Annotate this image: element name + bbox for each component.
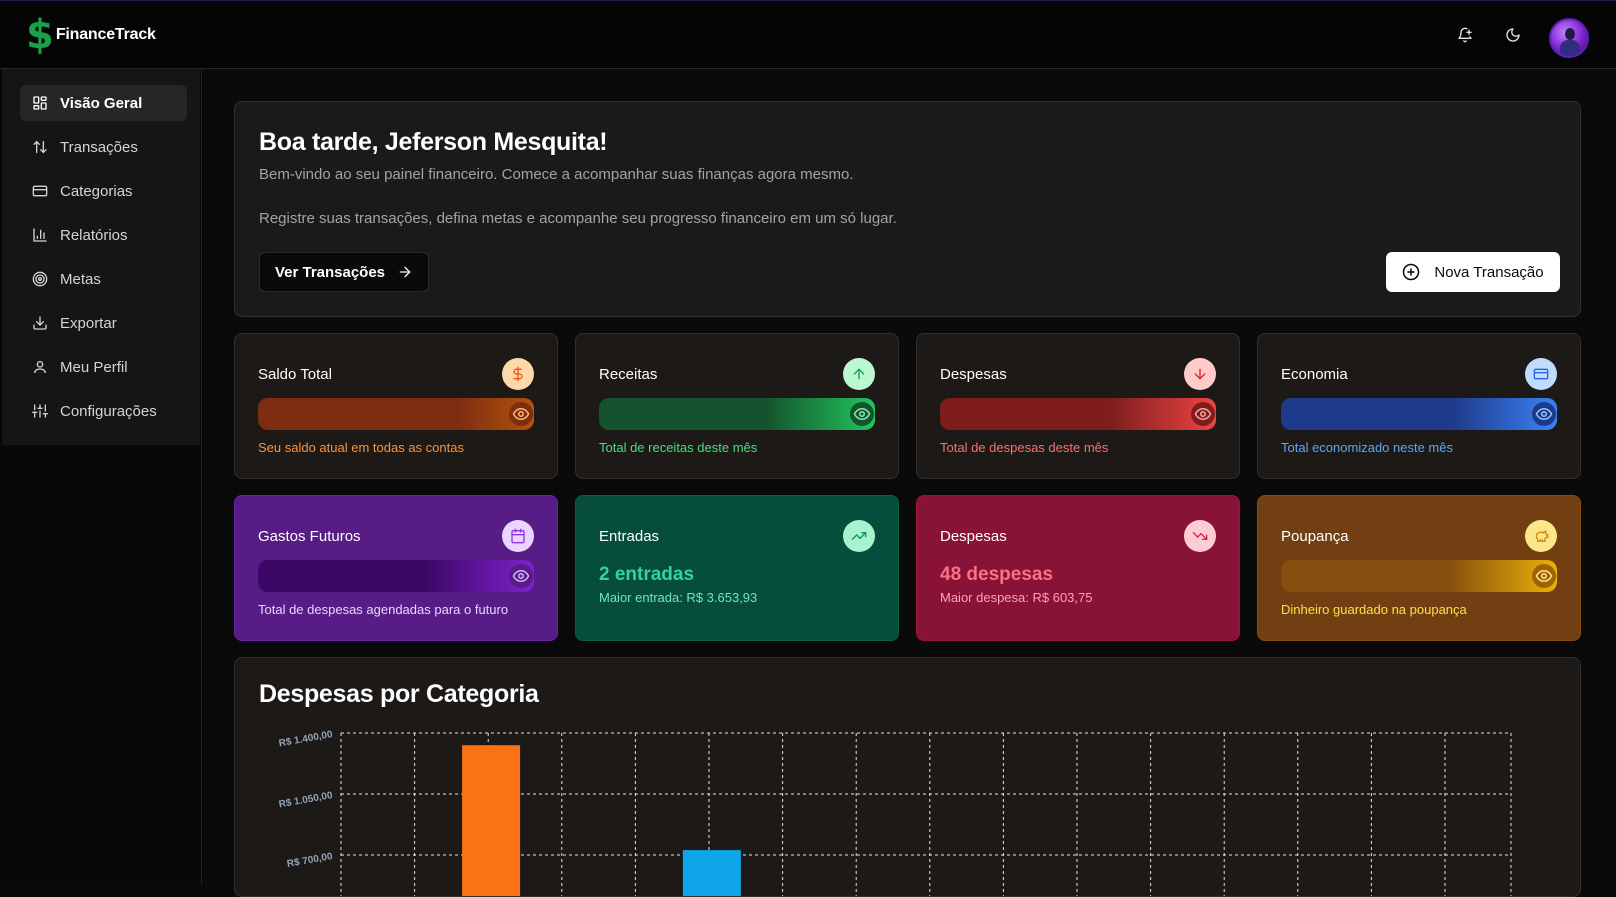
y-tick-label: R$ 700,00 <box>286 851 334 870</box>
sidebar-item-meu-perfil[interactable]: Meu Perfil <box>20 349 187 385</box>
card-entradas: Entradas 2 entradas Maior entrada: R$ 3.… <box>575 495 899 641</box>
hidden-value-bar <box>1281 398 1557 430</box>
calendar-icon <box>502 520 534 552</box>
bell-plus-icon[interactable] <box>1453 23 1477 47</box>
greeting-title: Boa tarde, Jeferson Mesquita! <box>259 128 608 156</box>
sidebar-item-label: Transações <box>60 138 138 156</box>
piggy-bank-icon <box>1525 520 1557 552</box>
trending-down-icon <box>1184 520 1216 552</box>
hidden-value-bar <box>258 398 534 430</box>
app-logo[interactable]: $ FinanceTrack <box>26 15 156 55</box>
sidebar-item-label: Configurações <box>60 402 157 420</box>
card-economia: Economia Total economizado neste mês <box>1257 333 1581 479</box>
sidebar-item-label: Visão Geral <box>60 94 143 112</box>
card-title: Entradas <box>599 528 660 545</box>
welcome-text: Bem-vindo ao seu painel financeiro. Come… <box>259 166 854 183</box>
card-description: Total economizado neste mês <box>1281 440 1453 455</box>
sliders-icon <box>32 403 48 419</box>
dashboard-icon <box>32 95 48 111</box>
card-title: Gastos Futuros <box>258 528 361 545</box>
sidebar-item-label: Metas <box>60 270 101 288</box>
sidebar-item-relatorios[interactable]: Relatórios <box>20 217 187 253</box>
new-transaction-button[interactable]: Nova Transação <box>1386 252 1560 292</box>
sidebar-item-transacoes[interactable]: Transações <box>20 129 187 165</box>
arrow-up-icon <box>843 358 875 390</box>
dollar-logo-icon: $ <box>26 12 54 58</box>
bar-chart-icon <box>32 227 48 243</box>
user-icon <box>32 359 48 375</box>
hidden-value-bar <box>940 398 1216 430</box>
sidebar-item-label: Relatórios <box>60 226 128 244</box>
hidden-value-bar <box>1281 560 1557 592</box>
sidebar-item-label: Exportar <box>60 314 117 332</box>
sidebar-item-metas[interactable]: Metas <box>20 261 187 297</box>
app-name: FinanceTrack <box>55 26 156 43</box>
chart-bar[interactable] <box>462 745 521 897</box>
card-description: Seu saldo atual em todas as contas <box>258 440 464 455</box>
largest-expense: Maior despesa: R$ 603,75 <box>940 590 1093 605</box>
card-despesas: Despesas Total de despesas deste mês <box>916 333 1240 479</box>
card-title: Poupança <box>1281 528 1349 545</box>
trending-up-icon <box>843 520 875 552</box>
sidebar-item-visao-geral[interactable]: Visão Geral <box>20 85 187 121</box>
sidebar-item-exportar[interactable]: Exportar <box>20 305 187 341</box>
eye-toggle-icon[interactable] <box>850 402 874 426</box>
sidebar-item-configuracoes[interactable]: Configurações <box>20 393 187 429</box>
hidden-value-bar <box>258 560 534 592</box>
card-description: Total de despesas deste mês <box>940 440 1109 455</box>
card-description: Dinheiro guardado na poupança <box>1281 602 1467 617</box>
eye-toggle-icon[interactable] <box>1532 402 1556 426</box>
dollar-icon <box>502 358 534 390</box>
eye-toggle-icon[interactable] <box>509 564 533 588</box>
view-transactions-label: Ver Transações <box>274 263 386 281</box>
card-title: Saldo Total <box>258 366 332 383</box>
card-poupanca: Poupança Dinheiro guardado na poupança <box>1257 495 1581 641</box>
arrow-down-icon <box>1184 358 1216 390</box>
view-transactions-button[interactable]: Ver Transações <box>259 252 429 292</box>
arrows-up-down-icon <box>32 139 48 155</box>
expenses-count: 48 despesas <box>940 564 1054 585</box>
chart-bar[interactable] <box>682 850 741 897</box>
top-bar: $ FinanceTrack <box>0 0 1616 69</box>
card-title: Receitas <box>599 366 658 383</box>
sidebar-nav: Visão Geral Transações Categorias Relató… <box>2 69 200 445</box>
card-gastos-futuros: Gastos Futuros Total de despesas agendad… <box>234 495 558 641</box>
card-despesas-count: Despesas 48 despesas Maior despesa: R$ 6… <box>916 495 1240 641</box>
moon-icon[interactable] <box>1501 23 1525 47</box>
hidden-value-bar <box>599 398 875 430</box>
welcome-panel: Boa tarde, Jeferson Mesquita! Bem-vindo … <box>234 101 1581 317</box>
main-content: Boa tarde, Jeferson Mesquita! Bem-vindo … <box>202 69 1616 897</box>
eye-toggle-icon[interactable] <box>509 402 533 426</box>
card-description: Total de receitas deste mês <box>599 440 758 455</box>
target-icon <box>32 271 48 287</box>
expenses-by-category-chart: Despesas por Categoria R$ 1.400,00 R$ 1.0… <box>234 657 1581 897</box>
entries-count: 2 entradas <box>599 564 695 585</box>
largest-entry: Maior entrada: R$ 3.653,93 <box>599 590 758 605</box>
new-transaction-label: Nova Transação <box>1434 263 1544 281</box>
sidebar-item-label: Meu Perfil <box>60 358 128 376</box>
sidebar: Visão Geral Transações Categorias Relató… <box>0 69 202 885</box>
credit-card-icon <box>1525 358 1557 390</box>
card-description: Total de despesas agendadas para o futur… <box>258 602 509 617</box>
sidebar-item-categorias[interactable]: Categorias <box>20 173 187 209</box>
plus-circle-icon <box>1402 263 1420 281</box>
eye-toggle-icon[interactable] <box>1532 564 1556 588</box>
card-icon <box>32 183 48 199</box>
card-title: Despesas <box>940 366 1007 383</box>
card-title: Economia <box>1281 366 1348 383</box>
user-avatar[interactable] <box>1549 18 1589 58</box>
card-title: Despesas <box>940 528 1007 545</box>
y-tick-label: R$ 1.050,00 <box>278 790 334 810</box>
y-tick-label: R$ 1.400,00 <box>278 729 334 749</box>
card-saldo-total: Saldo Total Seu saldo atual em todas as … <box>234 333 558 479</box>
arrow-right-icon <box>397 264 413 280</box>
welcome-subtext: Registre suas transações, defina metas e… <box>259 210 897 227</box>
card-receitas: Receitas Total de receitas deste mês <box>575 333 899 479</box>
download-icon <box>32 315 48 331</box>
sidebar-item-label: Categorias <box>60 182 133 200</box>
eye-toggle-icon[interactable] <box>1191 402 1215 426</box>
bar-chart: R$ 1.400,00 R$ 1.050,00 R$ 700,00 <box>278 729 1512 897</box>
